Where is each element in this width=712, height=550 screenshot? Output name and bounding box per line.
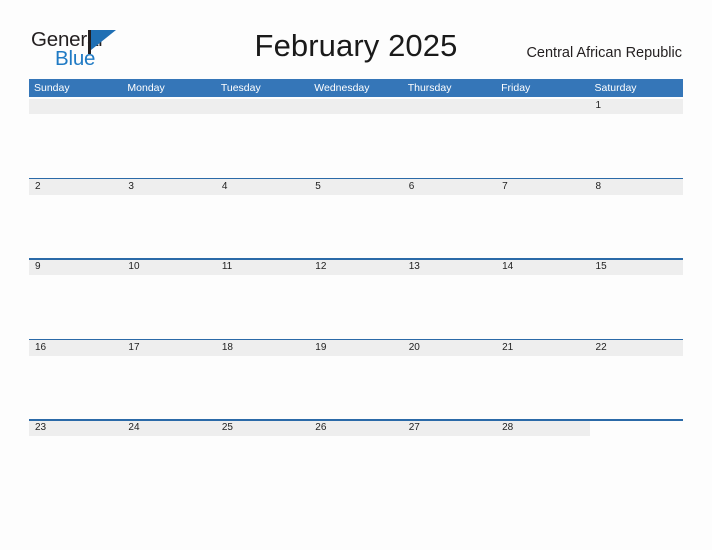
day-cell[interactable] — [403, 97, 496, 114]
region-label: Central African Republic — [526, 45, 682, 61]
calendar-grid: Sunday Monday Tuesday Wednesday Thursday… — [29, 79, 683, 500]
week-days: 23 24 25 26 27 28 — [29, 419, 683, 436]
page-header: General Blue February 2025 Central Afric… — [0, 0, 712, 78]
day-cell[interactable]: 24 — [122, 419, 215, 436]
day-cell[interactable]: 7 — [496, 178, 589, 195]
day-cell[interactable] — [496, 97, 589, 114]
day-cell[interactable]: 5 — [309, 178, 402, 195]
weekday-header-tuesday: Tuesday — [220, 82, 261, 94]
week-row: 2 3 4 5 6 7 8 — [29, 177, 683, 259]
calendar-page: General Blue February 2025 Central Afric… — [0, 0, 712, 550]
day-cell[interactable]: 25 — [216, 419, 309, 436]
day-cell[interactable]: 12 — [309, 258, 402, 275]
day-cell[interactable] — [216, 97, 309, 114]
week-row: 16 17 18 19 20 21 22 — [29, 338, 683, 420]
day-cell[interactable]: 20 — [403, 339, 496, 356]
day-cell[interactable] — [122, 97, 215, 114]
day-cell[interactable]: 13 — [403, 258, 496, 275]
week-row: 9 10 11 12 13 14 15 — [29, 258, 683, 339]
week-days: 2 3 4 5 6 7 8 — [29, 178, 683, 195]
day-cell[interactable]: 27 — [403, 419, 496, 436]
week-days: 16 17 18 19 20 21 22 — [29, 339, 683, 356]
week-days: 9 10 11 12 13 14 15 — [29, 258, 683, 275]
day-cell[interactable]: 10 — [122, 258, 215, 275]
weekday-header-thursday: Thursday — [407, 82, 452, 94]
day-cell[interactable]: 6 — [403, 178, 496, 195]
week-days: 1 — [29, 97, 683, 114]
day-cell[interactable]: 3 — [122, 178, 215, 195]
day-cell[interactable]: 11 — [216, 258, 309, 275]
day-cell[interactable]: 9 — [29, 258, 122, 275]
weekday-header-wednesday: Wednesday — [314, 82, 370, 94]
day-cell[interactable]: 1 — [590, 97, 683, 114]
day-cell[interactable]: 18 — [216, 339, 309, 356]
weekday-header-friday: Friday — [501, 82, 531, 94]
day-cell[interactable]: 15 — [590, 258, 683, 275]
day-cell[interactable]: 4 — [216, 178, 309, 195]
day-cell[interactable] — [29, 97, 122, 114]
week-row: 23 24 25 26 27 28 — [29, 419, 683, 500]
day-cell[interactable]: 19 — [309, 339, 402, 356]
day-cell[interactable]: 16 — [29, 339, 122, 356]
weekday-header-row: Sunday Monday Tuesday Wednesday Thursday… — [29, 79, 683, 97]
day-cell[interactable]: 23 — [29, 419, 122, 436]
day-cell[interactable] — [590, 419, 683, 436]
weekday-header-monday: Monday — [127, 82, 165, 94]
day-cell[interactable]: 17 — [122, 339, 215, 356]
day-cell[interactable]: 2 — [29, 178, 122, 195]
day-cell[interactable]: 8 — [590, 178, 683, 195]
week-row: 1 — [29, 97, 683, 178]
day-cell[interactable] — [309, 97, 402, 114]
day-cell[interactable]: 14 — [496, 258, 589, 275]
weekday-header-saturday: Saturday — [594, 82, 637, 94]
day-cell[interactable]: 22 — [590, 339, 683, 356]
day-cell[interactable]: 21 — [496, 339, 589, 356]
day-cell[interactable]: 26 — [309, 419, 402, 436]
day-cell[interactable]: 28 — [496, 419, 589, 436]
weekday-header-sunday: Sunday — [34, 82, 70, 94]
